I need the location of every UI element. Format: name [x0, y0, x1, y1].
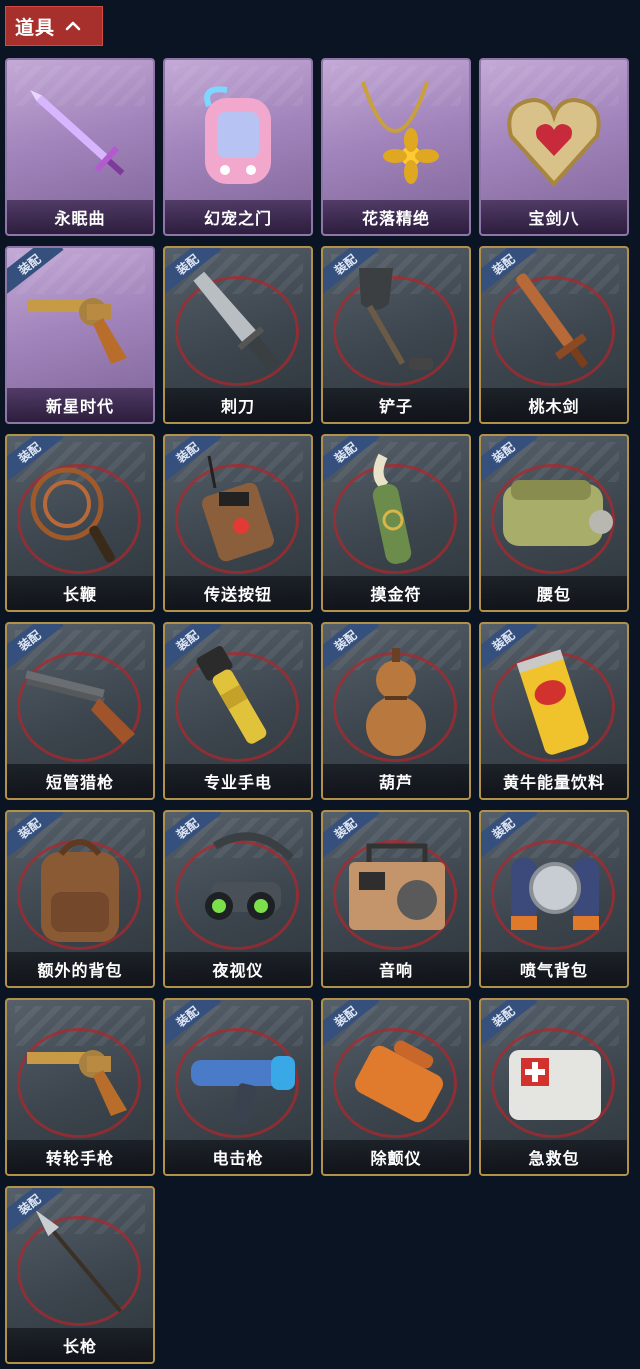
item-name: 铲子: [378, 397, 413, 416]
item-label-bar: 宝剑八: [481, 200, 627, 234]
item-card[interactable]: 装配 摸金符: [321, 434, 471, 612]
chevron-up-icon: [65, 21, 81, 31]
item-card[interactable]: 装配 桃木剑: [479, 246, 629, 424]
item-card[interactable]: 装配 短管猎枪: [5, 622, 155, 800]
item-label-bar: 音响: [323, 952, 469, 986]
item-label-bar: 摸金符: [323, 576, 469, 610]
item-label-bar: 长枪: [7, 1328, 153, 1362]
item-card[interactable]: 装配 腰包: [479, 434, 629, 612]
item-label-bar: 腰包: [481, 576, 627, 610]
item-card[interactable]: 装配 电击枪: [163, 998, 313, 1176]
item-name: 腰包: [536, 585, 571, 604]
item-label-bar: 传送按钮: [165, 576, 311, 610]
sword-icon: [30, 90, 125, 176]
item-card[interactable]: 装配 黄牛能量饮料: [479, 622, 629, 800]
item-card[interactable]: 装配 喷气背包: [479, 810, 629, 988]
item-card[interactable]: 装配 除颤仪: [321, 998, 471, 1176]
revolver-icon: [27, 1050, 127, 1116]
item-label-bar: 短管猎枪: [7, 764, 153, 798]
item-name: 幻宠之门: [203, 209, 272, 228]
item-name: 葫芦: [378, 773, 413, 792]
item-name: 传送按钮: [203, 585, 272, 604]
item-name: 专业手电: [203, 773, 272, 792]
item-name: 桃木剑: [528, 397, 580, 416]
item-name: 新星时代: [45, 397, 114, 416]
item-name: 摸金符: [370, 585, 422, 604]
item-label-bar: 黄牛能量饮料: [481, 764, 627, 798]
item-name: 急救包: [528, 1149, 580, 1168]
item-card[interactable]: 转轮手枪: [5, 998, 155, 1176]
item-label-bar: 额外的背包: [7, 952, 153, 986]
pet-device-icon: [204, 86, 271, 184]
flower-necklace-icon: [361, 81, 439, 184]
item-label-bar: 专业手电: [165, 764, 311, 798]
item-name: 长枪: [62, 1337, 97, 1356]
heart-amulet-icon: [507, 97, 601, 187]
item-name: 长鞭: [62, 585, 97, 604]
item-card[interactable]: 装配 专业手电: [163, 622, 313, 800]
item-label-bar: 刺刀: [165, 388, 311, 422]
item-name: 花落精绝: [361, 209, 430, 228]
item-label-bar: 新星时代: [7, 388, 153, 422]
item-card[interactable]: 装配 新星时代: [5, 246, 155, 424]
item-label-bar: 夜视仪: [165, 952, 311, 986]
item-card[interactable]: 幻宠之门: [163, 58, 313, 236]
item-card[interactable]: 装配 铲子: [321, 246, 471, 424]
item-label-bar: 除颤仪: [323, 1140, 469, 1174]
item-name: 额外的背包: [37, 961, 123, 980]
item-label-bar: 电击枪: [165, 1140, 311, 1174]
item-card[interactable]: 装配 葫芦: [321, 622, 471, 800]
item-card[interactable]: 装配 传送按钮: [163, 434, 313, 612]
item-label-bar: 桃木剑: [481, 388, 627, 422]
item-card[interactable]: 装配 夜视仪: [163, 810, 313, 988]
item-grid: 永眠曲 幻宠之门 花落精绝 宝剑八装配 新星时代 装配 刺刀 装配 铲子 装配 桃木剑装配 长鞭 装配传…: [5, 58, 629, 1364]
section-title: 道具: [15, 16, 56, 39]
section-header-toggle[interactable]: 道具: [5, 6, 103, 46]
item-label-bar: 急救包: [481, 1140, 627, 1174]
item-name: 宝剑八: [528, 209, 580, 228]
item-name: 电击枪: [212, 1149, 264, 1168]
item-card[interactable]: 宝剑八: [479, 58, 629, 236]
item-label-bar: 花落精绝: [323, 200, 469, 234]
item-label-bar: 转轮手枪: [7, 1140, 153, 1174]
item-name: 除颤仪: [370, 1149, 422, 1168]
item-name: 刺刀: [220, 397, 255, 416]
item-label-bar: 长鞭: [7, 576, 153, 610]
item-card[interactable]: 装配 音响: [321, 810, 471, 988]
item-label-bar: 铲子: [323, 388, 469, 422]
item-card[interactable]: 装配 刺刀: [163, 246, 313, 424]
item-name: 短管猎枪: [45, 773, 114, 792]
item-card[interactable]: 永眠曲: [5, 58, 155, 236]
item-card[interactable]: 装配 急救包: [479, 998, 629, 1176]
item-name: 黄牛能量饮料: [502, 773, 605, 792]
item-name: 转轮手枪: [45, 1149, 114, 1168]
item-label-bar: 幻宠之门: [165, 200, 311, 234]
item-label-bar: 永眠曲: [7, 200, 153, 234]
item-card[interactable]: 装配 额外的背包: [5, 810, 155, 988]
item-label-bar: 喷气背包: [481, 952, 627, 986]
item-name: 音响: [378, 961, 413, 980]
item-name: 夜视仪: [212, 961, 264, 980]
item-card[interactable]: 装配 长鞭: [5, 434, 155, 612]
item-name: 永眠曲: [54, 209, 106, 228]
item-card[interactable]: 装配 长枪: [5, 1186, 155, 1364]
item-name: 喷气背包: [519, 961, 588, 980]
item-label-bar: 葫芦: [323, 764, 469, 798]
item-card[interactable]: 花落精绝: [321, 58, 471, 236]
